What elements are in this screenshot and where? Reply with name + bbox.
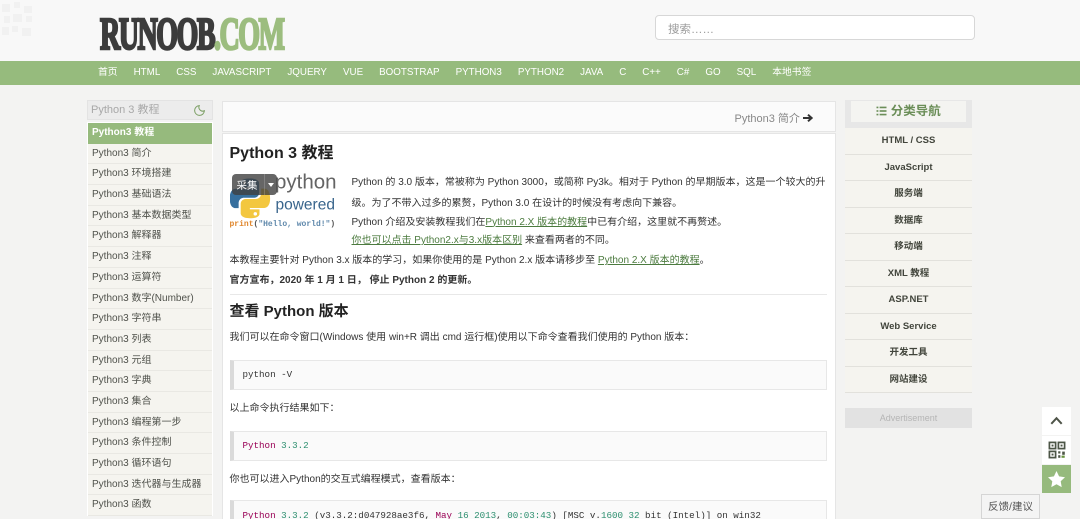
svg-text:powered: powered bbox=[275, 197, 334, 214]
svg-text:python: python bbox=[275, 173, 336, 194]
